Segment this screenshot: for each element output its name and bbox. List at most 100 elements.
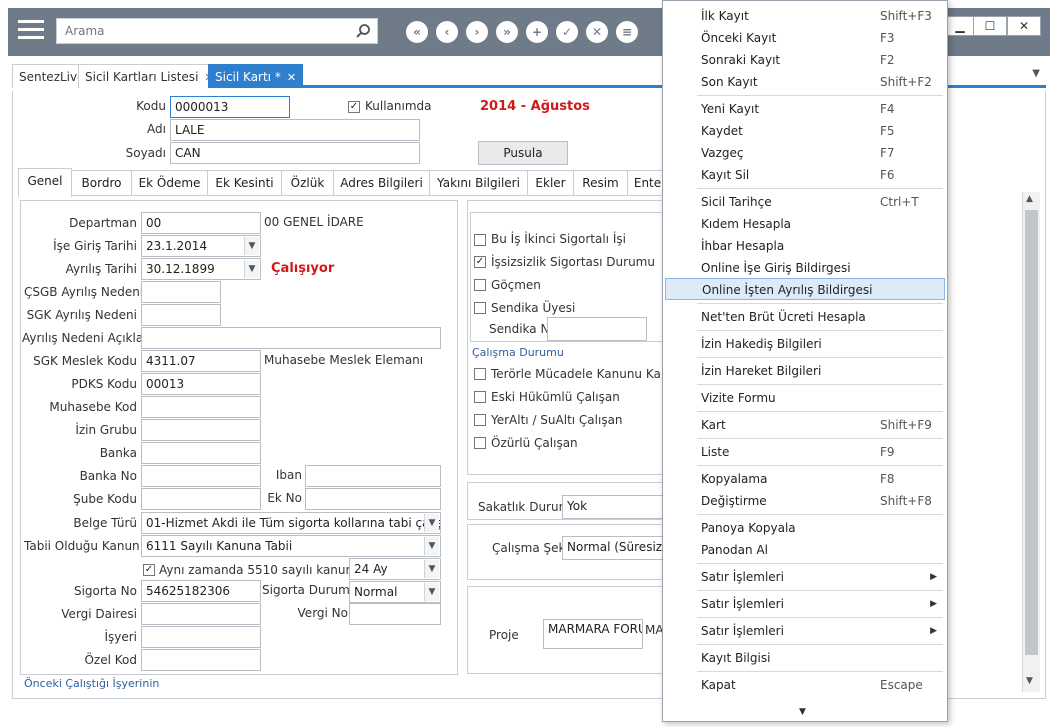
ay-select[interactable]: 24 Ay ▼ [349,558,441,580]
next-record-button[interactable]: › [466,21,488,43]
menu-item-kidem-hesapla[interactable]: Kıdem Hesapla [665,213,945,235]
scrollbar-thumb[interactable] [1025,210,1038,655]
proje-field[interactable]: MARMARA FORUM [543,619,643,649]
chevron-down-icon[interactable]: ▼ [424,560,439,578]
bu-is-checkbox[interactable] [474,234,486,246]
close-tab-icon[interactable]: ✕ [287,71,296,84]
last-record-button[interactable]: » [496,21,518,43]
tab-ozluk[interactable]: Özlük [282,170,334,196]
sigorta-durumu-select[interactable]: Normal ▼ [349,581,441,603]
menu-item-kayit-sil[interactable]: Kayıt Sil F6 [665,164,945,186]
sgk-meslek-field[interactable]: 4311.07 [141,350,261,372]
vergi-no-field[interactable] [349,603,441,625]
menu-item-izin-hareket[interactable]: İzin Hareket Bilgileri [665,360,945,382]
previous-record-button[interactable]: ‹ [436,21,458,43]
search-input[interactable] [57,19,347,43]
ise-giris-date-field[interactable]: 23.1.2014 ▼ [141,235,261,257]
tab-ekler[interactable]: Ekler [528,170,574,196]
menu-item-kapat[interactable]: Kapat Escape [665,674,945,696]
tab-yakini-bilgileri[interactable]: Yakını Bilgileri [430,170,528,196]
new-record-button[interactable]: + [526,21,548,43]
menu-item-satir-islemleri-1[interactable]: Satır İşlemleri ▶ [665,566,945,588]
menu-item-satir-islemleri-2[interactable]: Satır İşlemleri ▶ [665,593,945,615]
scroll-down-icon[interactable]: ▼ [1026,676,1033,686]
menu-item-kaydet[interactable]: Kaydet F5 [665,120,945,142]
chevron-down-icon[interactable]: ▼ [244,260,259,278]
search-box[interactable] [56,18,378,44]
hamburger-menu-icon[interactable] [18,20,44,42]
tab-resim[interactable]: Resim [574,170,628,196]
minimize-button[interactable]: ▁ [943,16,977,36]
banka-field[interactable] [141,442,261,464]
iban-field[interactable] [305,465,441,487]
sube-field[interactable] [141,488,261,510]
gocmen-checkbox[interactable] [474,279,486,291]
ayrilis-aciklama-field[interactable] [141,327,441,349]
menu-item-online-ise-giris[interactable]: Online İşe Giriş Bildirgesi [665,257,945,279]
first-record-button[interactable]: « [406,21,428,43]
menu-item-degistirme[interactable]: Değiştirme Shift+F8 [665,490,945,512]
izin-grubu-field[interactable] [141,419,261,441]
menu-item-ilk-kayit[interactable]: İlk Kayıt Shift+F3 [665,5,945,27]
teror-checkbox[interactable] [474,368,486,380]
menu-item-sicil-tarihce[interactable]: Sicil Tarihçe Ctrl+T [665,191,945,213]
tab-ek-odeme[interactable]: Ek Ödeme [132,170,208,196]
menu-scroll-down-icon[interactable]: ▼ [799,707,806,717]
tab-ek-kesinti[interactable]: Ek Kesinti [208,170,282,196]
menu-item-izin-hakedis[interactable]: İzin Hakediş Bilgileri [665,333,945,355]
sgk-ayrilis-field[interactable] [141,304,221,326]
calisma-sekli-select[interactable]: Normal (Süresiz) [562,536,666,560]
vergi-dairesi-field[interactable] [141,603,261,625]
banka-no-field[interactable] [141,465,261,487]
close-window-button[interactable]: ✕ [1007,16,1041,36]
isyeri-field[interactable] [141,626,261,648]
menu-item-kart[interactable]: Kart Shift+F9 [665,414,945,436]
chevron-down-icon[interactable]: ▼ [244,237,259,255]
menu-item-liste[interactable]: Liste F9 [665,441,945,463]
menu-item-vizite-formu[interactable]: Vizite Formu [665,387,945,409]
yeralti-checkbox[interactable] [474,414,486,426]
tab-bordro[interactable]: Bordro [72,170,132,196]
search-icon[interactable] [355,23,371,39]
scroll-up-icon[interactable]: ▲ [1026,194,1033,204]
soyadi-field[interactable]: CAN [170,142,420,164]
issizlik-checkbox[interactable]: ✓ [474,256,486,268]
muhasebe-field[interactable] [141,396,261,418]
vertical-scrollbar[interactable]: ▲ ▼ [1022,192,1040,692]
pdks-field[interactable]: 00013 [141,373,261,395]
save-button[interactable]: ✓ [556,21,578,43]
kodu-field[interactable]: 0000013 [170,96,290,118]
cancel-button[interactable]: ✕ [586,21,608,43]
menu-item-kayit-bilgisi[interactable]: Kayıt Bilgisi [665,647,945,669]
eski-hukumlu-checkbox[interactable] [474,391,486,403]
tab-overflow-icon[interactable]: ▼ [1032,68,1040,79]
menu-item-vazgec[interactable]: Vazgeç F7 [665,142,945,164]
ekno-field[interactable] [305,488,441,510]
pusula-button[interactable]: Pusula [478,141,568,165]
belge-select[interactable]: 01-Hizmet Akdi ile Tüm sigorta kollarına… [141,512,441,534]
sendika-checkbox[interactable] [474,302,486,314]
menu-item-kopyalama[interactable]: Kopyalama F8 [665,468,945,490]
chevron-down-icon[interactable]: ▼ [424,537,439,555]
kullanimda-checkbox[interactable]: ✓ [348,101,360,113]
sendika-no-field[interactable] [547,317,647,341]
menu-item-onceki-kayit[interactable]: Önceki Kayıt F3 [665,27,945,49]
tab-adres-bilgileri[interactable]: Adres Bilgileri [334,170,430,196]
more-menu-button[interactable]: ≡ [616,21,638,43]
ayni-zamanda-checkbox[interactable]: ✓ [143,564,155,576]
ozurlu-checkbox[interactable] [474,437,486,449]
kanun-select[interactable]: 6111 Sayılı Kanuna Tabii ▼ [141,535,441,557]
menu-item-yeni-kayit[interactable]: Yeni Kayıt F4 [665,98,945,120]
ayrilis-date-field[interactable]: 30.12.1899 ▼ [141,258,261,280]
csgb-field[interactable] [141,281,221,303]
tab-sicil-karti[interactable]: Sicil Kartı * ✕ [208,64,304,88]
menu-item-panodan-al[interactable]: Panodan Al [665,539,945,561]
maximize-button[interactable]: ☐ [973,16,1007,36]
menu-item-sonraki-kayit[interactable]: Sonraki Kayıt F2 [665,49,945,71]
menu-item-panoya-kopyala[interactable]: Panoya Kopyala [665,517,945,539]
menu-item-netten-brut[interactable]: Net'ten Brüt Ücreti Hesapla [665,306,945,328]
menu-item-ihbar-hesapla[interactable]: İhbar Hesapla [665,235,945,257]
chevron-down-icon[interactable]: ▼ [424,583,439,601]
adi-field[interactable]: LALE [170,119,420,141]
chevron-down-icon[interactable]: ▼ [424,514,439,532]
